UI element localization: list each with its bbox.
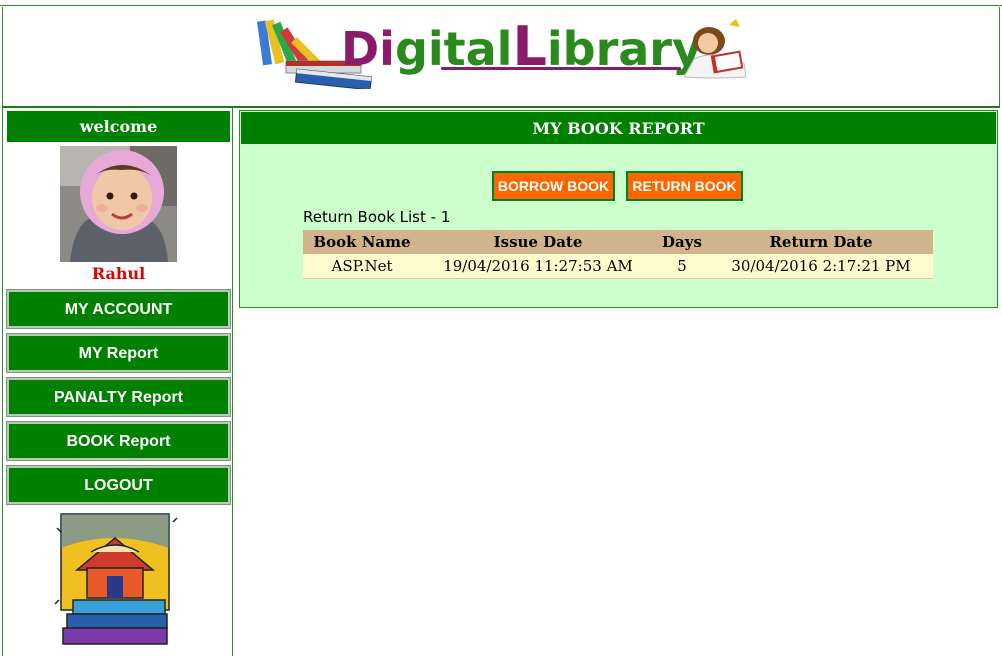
return-book-table: Book Name Issue Date Days Return Date AS… <box>303 230 933 279</box>
cell-return-date: 30/04/2016 2:17:21 PM <box>709 254 933 279</box>
book-report-panel: MY BOOK REPORT BORROW BOOK RETURN BOOK R… <box>239 110 998 308</box>
digital-library-logo[interactable]: DigitalLibrary <box>256 15 751 89</box>
my-report-button[interactable]: MY Report <box>6 333 231 373</box>
table-header-row: Book Name Issue Date Days Return Date <box>303 230 933 254</box>
return-book-button[interactable]: RETURN BOOK <box>626 171 743 201</box>
sidebar: welcome Rahul MY ACCOUNT MY Report PANAL… <box>2 108 233 656</box>
welcome-header: welcome <box>7 111 230 142</box>
username: Rahul <box>91 264 146 283</box>
logo-underline <box>441 67 681 70</box>
avatar <box>60 146 177 262</box>
cell-days: 5 <box>655 254 709 279</box>
book-report-button[interactable]: BOOK Report <box>6 421 231 461</box>
borrow-book-button[interactable]: BORROW BOOK <box>492 171 615 201</box>
col-book-name: Book Name <box>303 230 421 254</box>
top-border <box>0 0 1002 6</box>
page-title: MY BOOK REPORT <box>241 112 996 144</box>
cell-book-name: ASP.Net <box>303 254 421 279</box>
table-row: ASP.Net 19/04/2016 11:27:53 AM 5 30/04/2… <box>303 254 933 279</box>
site-header: DigitalLibrary <box>2 7 1000 107</box>
penalty-report-button[interactable]: PANALTY Report <box>6 377 231 417</box>
logout-button[interactable]: LOGOUT <box>6 465 231 505</box>
col-return-date: Return Date <box>709 230 933 254</box>
cell-issue-date: 19/04/2016 11:27:53 AM <box>421 254 655 279</box>
reading-girl-icon <box>683 19 747 79</box>
col-issue-date: Issue Date <box>421 230 655 254</box>
return-list-title: Return Book List - 1 <box>303 208 451 226</box>
col-days: Days <box>655 230 709 254</box>
my-account-button[interactable]: MY ACCOUNT <box>6 289 231 329</box>
logo-text-di: Di <box>341 22 395 76</box>
library-books-icon <box>54 513 178 645</box>
